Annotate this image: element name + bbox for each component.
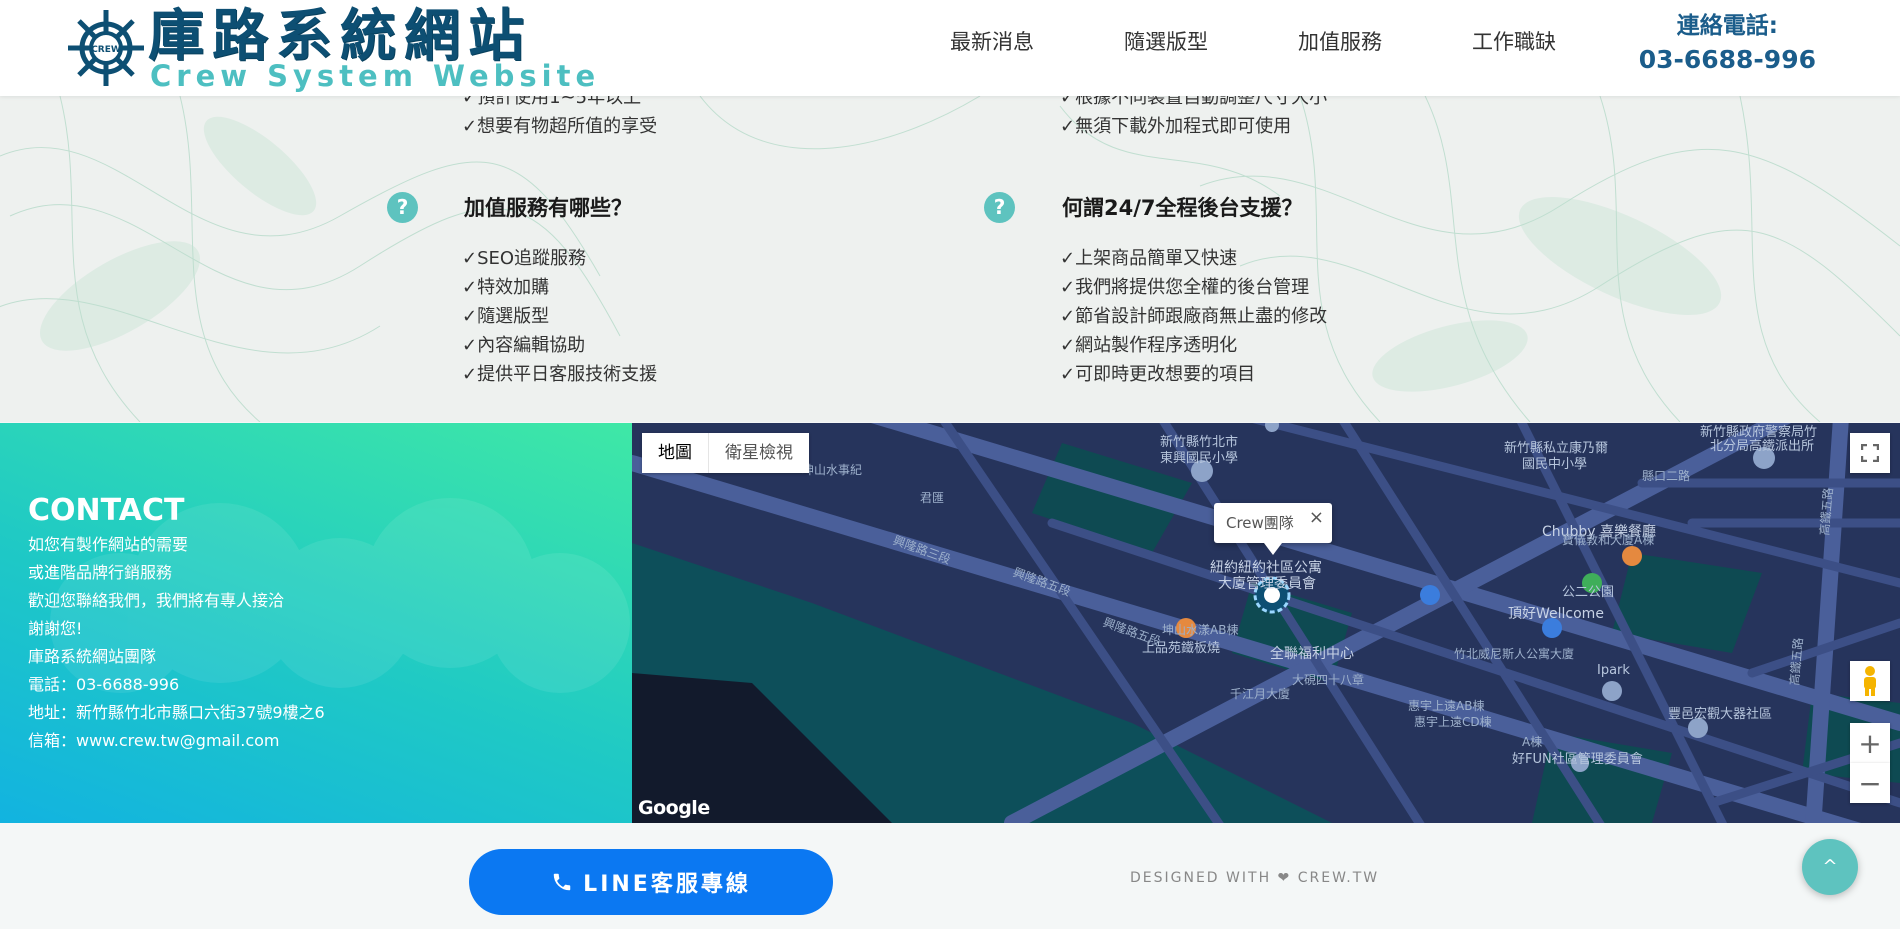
store-marker[interactable] xyxy=(1420,585,1440,605)
list-item: 內容編輯協助 xyxy=(462,331,657,360)
ipark-marker[interactable] xyxy=(1602,681,1622,701)
map-label: 好FUN社區管理委員會 xyxy=(1512,752,1643,767)
map-type-satellite-button[interactable]: 衛星檢視 xyxy=(708,433,809,473)
fullscreen-button[interactable] xyxy=(1850,433,1890,473)
list-item: 隨選版型 xyxy=(462,302,657,331)
phone-icon xyxy=(553,873,571,891)
map-label: 豐邑宏觀大器社區 xyxy=(1668,707,1773,722)
map-label: 惠宇上遠AB棟 xyxy=(1408,699,1485,713)
faq-right-list: 上架商品簡單又快速 我們將提供您全權的後台管理 節省設計師跟廠商無止盡的修改 網… xyxy=(1060,244,1327,389)
list-item: 無須下載外加程式即可使用 xyxy=(1060,112,1327,141)
faq-left-title: 加值服務有哪些？ xyxy=(464,196,632,220)
contact-line: 如您有製作網站的需要 xyxy=(28,535,189,554)
list-item: 想要有物超所值的享受 xyxy=(462,112,657,141)
close-icon[interactable]: × xyxy=(1309,507,1324,528)
contact-email[interactable]: 信箱：www.crew.tw@gmail.com xyxy=(28,727,325,755)
map-road-label: 縣口二路 xyxy=(1642,469,1691,483)
zoom-out-button[interactable]: − xyxy=(1850,763,1890,803)
map-label: 東興國民小學 xyxy=(1160,451,1239,466)
street-view-pegman[interactable] xyxy=(1850,661,1890,701)
map-label: 千江月大廈 xyxy=(1230,687,1291,701)
list-item: 上架商品簡單又快速 xyxy=(1060,244,1327,273)
right-top-list: 根據不同裝置自動調整尺寸大小 無須下載外加程式即可使用 xyxy=(1060,96,1327,141)
info-window-title: Crew團隊 xyxy=(1226,514,1294,532)
contact-address: 地址：新竹縣竹北市縣口六街37號9樓之6 xyxy=(28,703,325,722)
question-icon: ? xyxy=(984,192,1015,223)
line-service-button[interactable]: LINE客服專線 xyxy=(469,849,833,915)
nav-item-news[interactable]: 最新消息 xyxy=(950,28,1034,56)
contact-line: 歡迎您聯絡我們，我們將有專人接洽 xyxy=(28,591,285,610)
map-label: 寶儀敦和大廈A棟 xyxy=(1562,533,1655,547)
map-label: 北分局高鐵派出所 xyxy=(1710,439,1815,454)
nav-item-templates[interactable]: 隨選版型 xyxy=(1124,28,1208,56)
map-label: Ipark xyxy=(1597,663,1630,678)
nav-item-services[interactable]: 加值服務 xyxy=(1298,28,1382,56)
restaurant-marker[interactable] xyxy=(1622,546,1642,566)
contact-line: 謝謝您! xyxy=(28,619,83,638)
site-footer: LINE客服專線 DESIGNED WITH ❤ CREW.TW ^ xyxy=(0,823,1900,929)
question-icon: ? xyxy=(387,192,418,223)
map-label: 坤山水事紀 xyxy=(802,463,863,477)
main-nav: 最新消息 隨選版型 加值服務 工作職缺 xyxy=(950,28,1556,56)
line-service-label: LINE客服專線 xyxy=(583,872,751,897)
phone-number[interactable]: 03-6688-996 xyxy=(1639,42,1816,78)
map-label: 國民中小學 xyxy=(1522,457,1588,472)
list-item: 特效加購 xyxy=(462,273,657,302)
list-item: SEO追蹤服務 xyxy=(462,244,657,273)
list-item: 我們將提供您全權的後台管理 xyxy=(1060,273,1327,302)
floral-background xyxy=(0,96,1900,422)
map-type-map-button[interactable]: 地圖 xyxy=(642,433,708,473)
map-label: 大硯四十八章 xyxy=(1292,673,1365,687)
contact-line: 庫路系統網站團隊 xyxy=(28,647,157,666)
back-to-top-button[interactable]: ^ xyxy=(1802,839,1858,895)
logo-subtitle: Crew System Website xyxy=(150,59,601,93)
zoom-in-button[interactable]: + xyxy=(1850,723,1890,763)
map-label: 君匯 xyxy=(920,491,945,505)
list-item: 根據不同裝置自動調整尺寸大小 xyxy=(1060,96,1327,112)
map-type-toggle: 地圖 衛星檢視 xyxy=(642,433,809,473)
nav-item-jobs[interactable]: 工作職缺 xyxy=(1472,28,1556,56)
site-header: CREW 庫路系統網站 Crew System Website 最新消息 隨選版… xyxy=(0,0,1900,96)
contact-phone[interactable]: 電話：03-6688-996 xyxy=(28,671,325,699)
map-label: 惠宇上遠CD棟 xyxy=(1414,715,1492,729)
faq-section: 預計使用1~5年以上 想要有物超所值的享受 根據不同裝置自動調整尺寸大小 無須下… xyxy=(0,96,1900,422)
map-label: 全聯福利中心 xyxy=(1270,646,1354,662)
site-logo[interactable]: CREW 庫路系統網站 Crew System Website xyxy=(64,4,595,92)
map-tiles[interactable] xyxy=(632,423,1900,823)
google-logo[interactable]: Google xyxy=(638,797,710,819)
faq-left-list: SEO追蹤服務 特效加購 隨選版型 內容編輯協助 提供平日客服技術支援 xyxy=(462,244,657,389)
contact-line: 或進階品牌行銷服務 xyxy=(28,563,173,582)
pegman-icon xyxy=(1864,666,1876,696)
header-phone: 連絡電話: 03-6688-996 xyxy=(1639,10,1816,78)
contact-lines: 如您有製作網站的需要 或進階品牌行銷服務 歡迎您聯絡我們，我們將有專人接洽 謝謝… xyxy=(28,531,325,755)
map-label: 大廈管理委員會 xyxy=(1218,576,1316,592)
map-label: 竹北威尼斯人公寓大廈 xyxy=(1454,647,1575,661)
fullscreen-icon xyxy=(1861,444,1879,462)
map-info-window: Crew團隊 × xyxy=(1214,503,1332,555)
map-label: 公二公園 xyxy=(1562,585,1615,600)
designed-credit[interactable]: DESIGNED WITH ❤ CREW.TW xyxy=(1130,870,1379,886)
map-label: 頂好Wellcome xyxy=(1508,606,1604,622)
faq-right-title: 何謂24/7全程後台支援？ xyxy=(1062,196,1303,220)
ship-wheel-logo-icon: CREW xyxy=(68,10,144,86)
contact-title: CONTACT xyxy=(28,493,185,528)
logo-emblem-text: CREW xyxy=(91,45,121,55)
google-map[interactable]: 新竹縣竹北市 東興國民小學 新竹縣私立康乃爾 國民中小學 新竹縣政府警察局竹 北… xyxy=(632,423,1900,823)
chevron-up-icon: ^ xyxy=(1822,856,1838,877)
map-label: A棟 xyxy=(1522,735,1543,749)
list-item: 節省設計師跟廠商無止盡的修改 xyxy=(1060,302,1327,331)
list-item: 預計使用1~5年以上 xyxy=(462,96,657,112)
list-item: 提供平日客服技術支援 xyxy=(462,360,657,389)
contact-section: CONTACT 如您有製作網站的需要 或進階品牌行銷服務 歡迎您聯絡我們，我們將… xyxy=(0,423,632,823)
left-top-list: 預計使用1~5年以上 想要有物超所值的享受 xyxy=(462,96,657,141)
map-label: 坤山水漾AB棟 xyxy=(1162,623,1239,637)
list-item: 網站製作程序透明化 xyxy=(1060,331,1327,360)
list-item: 可即時更改想要的項目 xyxy=(1060,360,1327,389)
phone-label: 連絡電話: xyxy=(1676,13,1778,39)
